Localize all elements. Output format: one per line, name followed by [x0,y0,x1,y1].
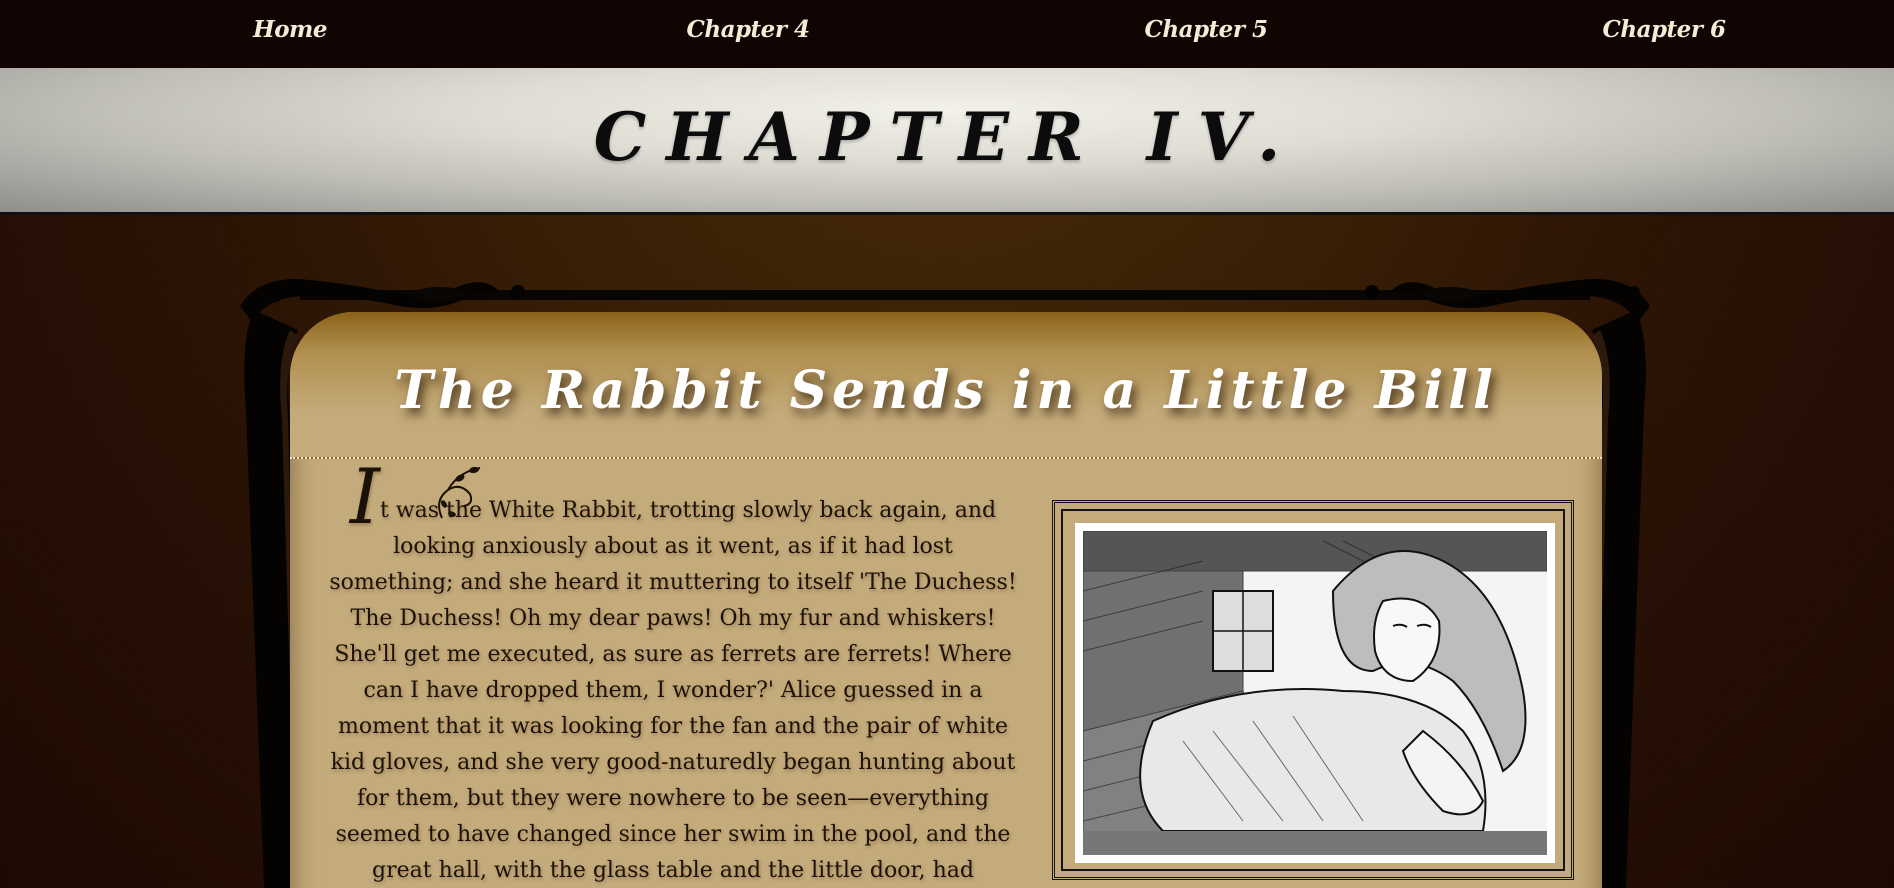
illustration-frame [1052,500,1574,880]
chapter-banner: CHAPTER IV. [0,68,1894,215]
nav-link-chapter-4[interactable]: Chapter 4 [598,16,898,43]
top-navigation: Home Chapter 4 Chapter 5 Chapter 6 [0,0,1894,68]
section-title: The Rabbit Sends in a Little Bill [394,360,1498,421]
nav-link-chapter-5[interactable]: Chapter 5 [1056,16,1356,43]
alice-in-small-room-icon [1083,531,1547,855]
chapter-paragraph: It was the White Rabbit, trotting slowly… [328,459,1018,888]
nav-link-chapter-6[interactable]: Chapter 6 [1514,16,1814,43]
paragraph-text: t was the White Rabbit, trotting slowly … [329,498,1017,883]
section-header: The Rabbit Sends in a Little Bill [290,312,1602,459]
nav-link-home[interactable]: Home [140,16,440,43]
alice-illustration [1075,523,1555,863]
chapter-title: CHAPTER IV. [593,98,1301,176]
drop-cap: I [349,452,380,541]
parchment-panel: The Rabbit Sends in a Little Bill It was… [290,312,1602,888]
